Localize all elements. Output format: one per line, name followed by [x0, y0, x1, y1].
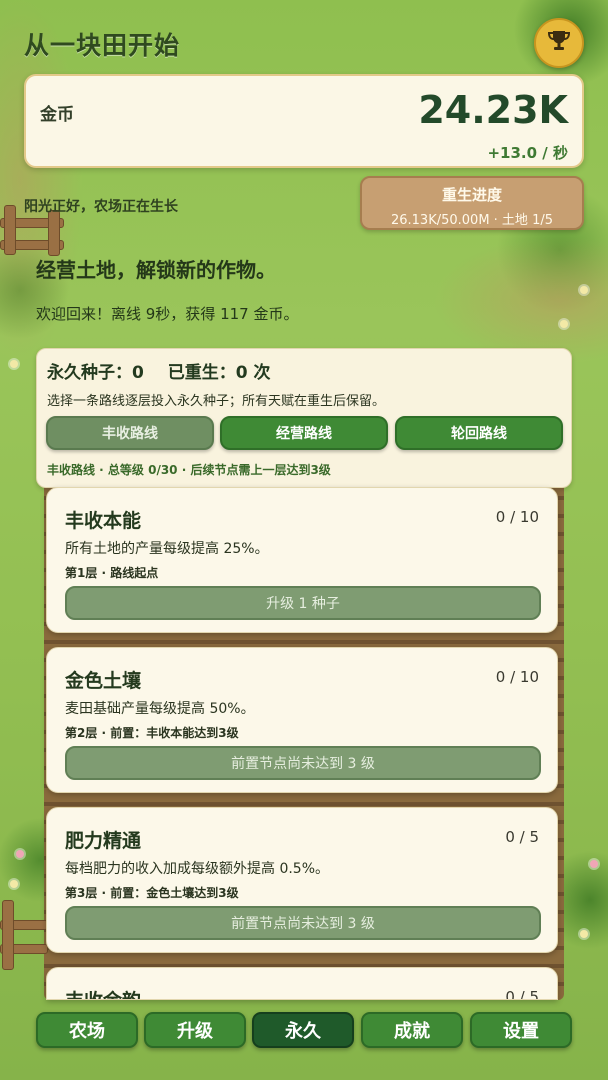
permanent-stats: 永久种子：0 已重生：0 次 — [47, 358, 289, 383]
nav-farm[interactable]: 农场 — [36, 1012, 138, 1048]
coin-panel: 金币 24.23K +13.0 / 秒 — [24, 74, 584, 168]
fence-post-decoration — [4, 205, 16, 255]
flower-decoration — [580, 930, 588, 938]
rebirth-progress-button[interactable]: 重生进度 26.13K/50.00M · 土地 1/5 — [360, 176, 584, 230]
route-tab-harvest[interactable]: 丰收路线 — [46, 416, 214, 450]
coin-value: 24.23K — [418, 88, 568, 132]
route-info: 丰收路线 · 总等级 0/30 · 后续节点需上一层达到3级 — [47, 463, 331, 477]
talent-card: 丰收余韵 0 / 5 — [46, 967, 558, 1000]
talent-name: 丰收本能 — [65, 510, 142, 532]
rebirth-title: 重生进度 — [441, 186, 502, 204]
flower-decoration — [16, 850, 24, 858]
intro-subtitle: 经营土地，解锁新的作物。 — [36, 258, 276, 282]
talent-upgrade-button[interactable]: 升级 1 种子 — [65, 586, 541, 620]
trophy-button[interactable] — [534, 18, 584, 68]
permanent-description: 选择一条路线逐层投入永久种子；所有天赋在重生后保留。 — [47, 394, 386, 409]
flower-decoration — [560, 320, 568, 328]
talent-level: 0 / 5 — [505, 828, 539, 846]
nav-achievements[interactable]: 成就 — [361, 1012, 463, 1048]
permanent-seeds: 永久种子：0 — [47, 363, 144, 383]
talent-upgrade-button[interactable]: 前置节点尚未达到 3 级 — [65, 906, 541, 940]
talent-name: 肥力精通 — [65, 830, 142, 852]
nav-permanent[interactable]: 永久 — [252, 1012, 354, 1048]
welcome-message: 欢迎回来！离线 9秒，获得 117 金币。 — [36, 305, 299, 323]
fence-post-decoration — [48, 210, 60, 256]
game-title: 从一块田开始 — [24, 31, 181, 60]
talent-description: 麦田基础产量每级提高 50%。 — [65, 701, 255, 717]
talent-requirement: 第3层 · 前置：金色土壤达到3级 — [65, 886, 239, 900]
flower-decoration — [10, 360, 18, 368]
talent-card: 肥力精通 0 / 5 每档肥力的收入加成每级额外提高 0.5%。 第3层 · 前… — [46, 807, 558, 953]
flower-decoration — [590, 860, 598, 868]
talent-card: 金色土壤 0 / 10 麦田基础产量每级提高 50%。 第2层 · 前置：丰收本… — [46, 647, 558, 793]
status-text: 阳光正好，农场正在生长 — [24, 199, 178, 215]
talent-level: 0 / 10 — [495, 668, 539, 686]
talent-requirement: 第1层 · 路线起点 — [65, 566, 159, 580]
talent-card: 丰收本能 0 / 10 所有土地的产量每级提高 25%。 第1层 · 路线起点 … — [46, 487, 558, 633]
route-tab-reincarnation[interactable]: 轮回路线 — [395, 416, 563, 450]
talent-description: 每档肥力的收入加成每级额外提高 0.5%。 — [65, 861, 330, 877]
flower-decoration — [10, 880, 18, 888]
nav-settings[interactable]: 设置 — [470, 1012, 572, 1048]
talent-description: 所有土地的产量每级提高 25%。 — [65, 541, 269, 557]
rebirth-count: 已重生：0 次 — [167, 363, 271, 383]
nav-upgrade[interactable]: 升级 — [144, 1012, 246, 1048]
flower-decoration — [580, 286, 588, 294]
talent-requirement: 第2层 · 前置：丰收本能达到3级 — [65, 726, 239, 740]
trophy-icon — [546, 28, 572, 58]
permanent-panel: 永久种子：0 已重生：0 次 选择一条路线逐层投入永久种子；所有天赋在重生后保留… — [36, 348, 572, 488]
rebirth-detail: 26.13K/50.00M · 土地 1/5 — [390, 213, 553, 228]
coin-label: 金币 — [40, 105, 74, 125]
talent-name: 金色土壤 — [65, 670, 142, 692]
bottom-nav: 农场 升级 永久 成就 设置 — [0, 1000, 608, 1080]
route-tab-business[interactable]: 经营路线 — [220, 416, 388, 450]
talent-level: 0 / 5 — [505, 988, 539, 1000]
talent-level: 0 / 10 — [495, 508, 539, 526]
talent-upgrade-button[interactable]: 前置节点尚未达到 3 级 — [65, 746, 541, 780]
fence-post-decoration — [2, 900, 14, 970]
talent-name: 丰收余韵 — [65, 986, 141, 999]
coin-rate: +13.0 / 秒 — [487, 144, 568, 162]
